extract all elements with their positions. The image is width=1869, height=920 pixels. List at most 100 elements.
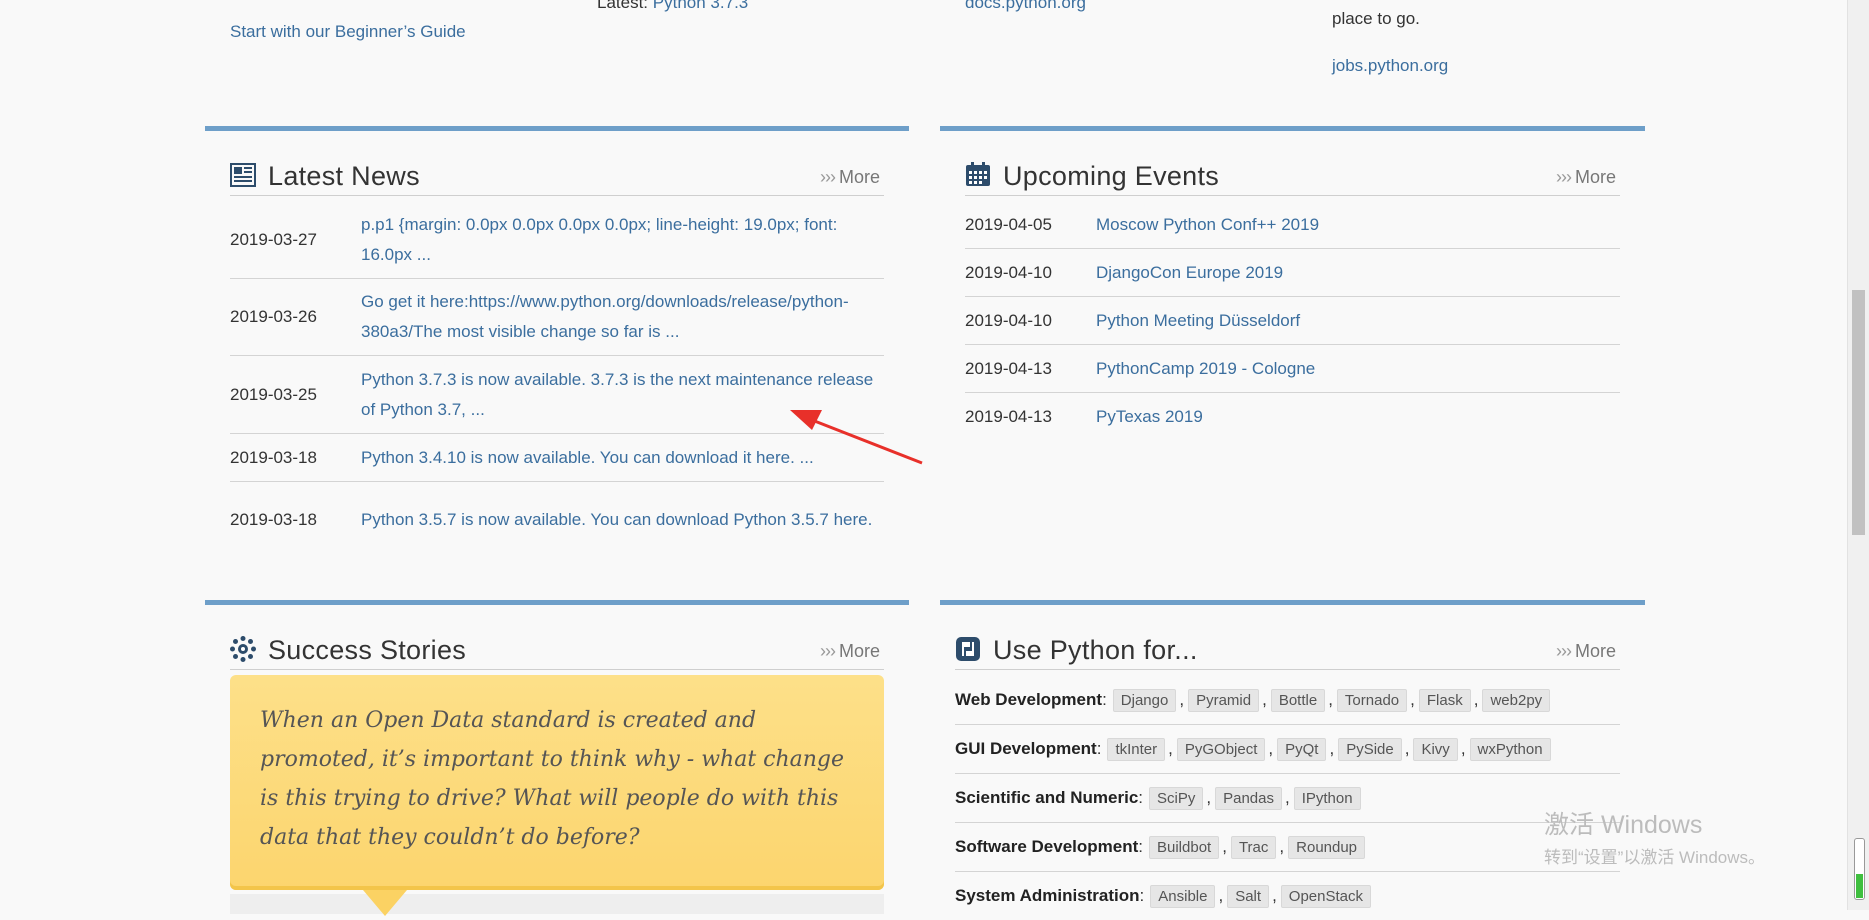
category-label: System Administration [955,886,1140,905]
vertical-scrollbar[interactable] [1847,0,1869,910]
use-row-web: Web Development: Django, Pyramid, Bottle… [955,676,1620,725]
event-link[interactable]: Moscow Python Conf++ 2019 [1096,210,1319,240]
news-item[interactable]: 2019-03-18 Python 3.4.10 is now availabl… [230,434,884,482]
use-python-for-title-text: Use Python for... [993,634,1198,665]
success-stories-widget: Success Stories ››› More When an Open Dat… [205,600,909,916]
tag-pygobject[interactable]: PyGObject [1176,737,1266,761]
news-item[interactable]: 2019-03-18 Python 3.5.7 is now available… [230,482,884,558]
event-item[interactable]: 2019-04-10 Python Meeting Düsseldorf [965,297,1620,345]
news-text[interactable]: Python 3.7.3 is now available. 3.7.3 is … [361,365,884,425]
tag-pyramid[interactable]: Pyramid [1188,688,1260,712]
tag-salt[interactable]: Salt [1227,884,1270,908]
beginners-guide-link[interactable]: Start with our Beginner’s Guide [230,22,466,42]
tag-roundup[interactable]: Roundup [1288,835,1366,859]
event-link[interactable]: DjangoCon Europe 2019 [1096,258,1283,288]
news-item[interactable]: 2019-03-25 Python 3.7.3 is now available… [230,356,884,434]
use-row-scientific: Scientific and Numeric: SciPy, Pandas, I… [955,774,1620,823]
chevrons-right-icon: ››› [820,167,836,187]
events-more-link[interactable]: ››› More [1556,167,1616,188]
event-link[interactable]: PythonCamp 2019 - Cologne [1096,354,1315,384]
story-attribution-bar [230,894,884,914]
quote-pointer [363,890,407,916]
calendar-icon [965,162,993,190]
tag-pyqt[interactable]: PyQt [1277,737,1327,761]
news-item[interactable]: 2019-03-27 p.p1 {margin: 0.0px 0.0px 0.0… [230,201,884,279]
news-icon [230,162,258,190]
event-date: 2019-04-05 [965,214,1052,234]
latest-release-link[interactable]: Python 3.7.3 [653,0,748,12]
chevrons-right-icon: ››› [1556,167,1572,187]
usefor-more-link[interactable]: ››› More [1556,641,1616,662]
use-row-sysadmin: System Administration: Ansible, Salt, Op… [955,872,1620,920]
tag-web2py[interactable]: web2py [1482,688,1551,712]
upcoming-events-widget: Upcoming Events ››› More 2019-04-05 Mosco… [940,126,1645,456]
success-stories-header: Success Stories ››› More [230,631,884,670]
tag-pyside[interactable]: PySide [1338,737,1402,761]
tag-ansible[interactable]: Ansible [1150,884,1216,908]
event-item[interactable]: 2019-04-05 Moscow Python Conf++ 2019 [965,201,1620,249]
tag-django[interactable]: Django [1112,688,1177,712]
latest-news-title: Latest News [230,157,420,195]
event-item[interactable]: 2019-04-10 DjangoCon Europe 2019 [965,249,1620,297]
news-date: 2019-03-26 [230,307,317,326]
event-date: 2019-04-10 [965,310,1052,330]
watermark-line2: 转到“设置”以激活 Windows。 [1544,848,1766,867]
event-date: 2019-04-13 [965,358,1052,378]
use-row-gui: GUI Development: tkInter, PyGObject, PyQ… [955,725,1620,774]
event-date: 2019-04-10 [965,262,1052,282]
watermark-line1: 激活 Windows [1544,811,1703,839]
success-story-quote[interactable]: When an Open Data standard is created an… [230,675,884,890]
jobs-link[interactable]: jobs.python.org [1332,56,1448,76]
news-item[interactable]: 2019-03-26 Go get it here:https://www.py… [230,279,884,356]
event-item[interactable]: 2019-04-13 PythonCamp 2019 - Cologne [965,345,1620,393]
event-item[interactable]: 2019-04-13 PyTexas 2019 [965,393,1620,440]
news-text[interactable]: Python 3.5.7 is now available. You can d… [361,505,872,535]
event-date: 2019-04-13 [965,406,1052,426]
scrollbar-thumb[interactable] [1852,290,1865,535]
news-text[interactable]: Python 3.4.10 is now available. You can … [361,443,814,473]
python-logo-icon [955,636,983,664]
usefor-more-label: More [1574,641,1616,661]
tag-kivy[interactable]: Kivy [1413,737,1458,761]
news-more-label: More [838,167,880,187]
use-python-for-header: Use Python for... ››› More [955,631,1620,670]
news-text[interactable]: p.p1 {margin: 0.0px 0.0px 0.0px 0.0px; l… [361,210,884,270]
news-date: 2019-03-18 [230,447,317,467]
tag-trac[interactable]: Trac [1230,835,1277,859]
success-stories-icon [230,636,258,664]
battery-indicator-icon [1854,838,1865,900]
tag-tornado[interactable]: Tornado [1336,688,1408,712]
news-more-link[interactable]: ››› More [820,167,880,188]
latest-release: Latest: Python 3.7.3 [597,0,748,13]
chevrons-right-icon: ››› [1556,641,1572,661]
docs-link[interactable]: docs.python.org [965,0,1086,13]
stories-more-label: More [838,641,880,661]
category-label: GUI Development [955,739,1097,758]
latest-news-title-text: Latest News [268,160,420,191]
event-link[interactable]: PyTexas 2019 [1096,402,1203,432]
quote-text: When an Open Data standard is created an… [260,708,845,850]
upcoming-events-title-text: Upcoming Events [1003,160,1220,191]
success-stories-title-text: Success Stories [268,634,467,665]
tag-flask[interactable]: Flask [1418,688,1471,712]
tag-bottle[interactable]: Bottle [1270,688,1326,712]
jobs-description: place to go. [1332,9,1420,28]
news-date: 2019-03-18 [230,510,317,529]
tag-buildbot[interactable]: Buildbot [1149,835,1220,859]
tag-wxpython[interactable]: wxPython [1469,737,1551,761]
tag-scipy[interactable]: SciPy [1149,786,1204,810]
tag-openstack[interactable]: OpenStack [1280,884,1372,908]
chevrons-right-icon: ››› [820,641,836,661]
tag-ipython[interactable]: IPython [1293,786,1361,810]
event-link[interactable]: Python Meeting Düsseldorf [1096,306,1300,336]
latest-news-header: Latest News ››› More [230,157,884,196]
category-label: Software Development [955,837,1139,856]
latest-news-widget: Latest News ››› More 2019-03-27 p.p1 {mar… [205,126,909,576]
news-date: 2019-03-27 [230,229,317,249]
tag-pandas[interactable]: Pandas [1215,786,1282,810]
stories-more-link[interactable]: ››› More [820,641,880,662]
news-text[interactable]: Go get it here:https://www.python.org/do… [361,287,884,347]
tag-tkinter[interactable]: tkInter [1107,737,1166,761]
use-python-for-title: Use Python for... [955,631,1198,669]
use-row-software: Software Development: Buildbot, Trac, Ro… [955,823,1620,872]
